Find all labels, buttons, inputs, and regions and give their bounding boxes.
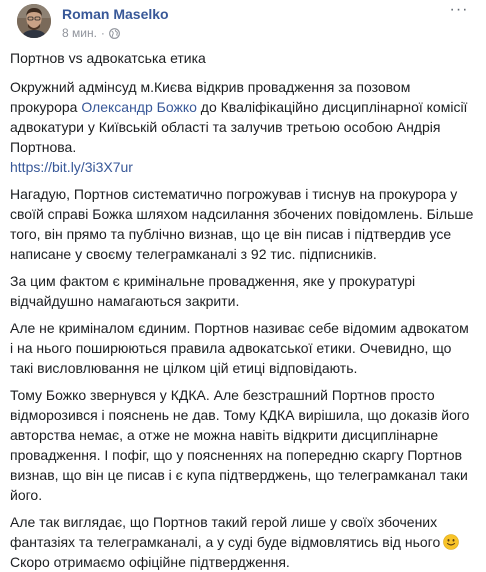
post-time[interactable]: 8 мин. — [62, 26, 97, 40]
avatar[interactable] — [17, 4, 51, 38]
paragraph-7: Скоро отримаємо офіційне підтвердження. — [10, 554, 290, 570]
mention-link[interactable]: Олександр Божко — [81, 99, 197, 115]
paragraph-3: За цим фактом є кримінальне провадження,… — [10, 273, 416, 309]
paragraph-4: Але не криміналом єдиним. Портнов назива… — [10, 320, 469, 376]
post-meta: 8 мин. · — [62, 26, 120, 40]
paragraph-1: Окружний адмінсуд м.Києва відкрив провад… — [10, 77, 474, 177]
more-options-button[interactable]: ··· — [448, 1, 470, 18]
author-name[interactable]: Roman Maselko — [62, 6, 169, 22]
paragraph-6-text: Але так виглядає, що Портнов такий герой… — [10, 514, 441, 550]
post-header: Roman Maselko 8 мин. · ··· — [12, 0, 474, 48]
post-body: Портнов vs адвокатська етика Окружний ад… — [10, 48, 474, 572]
globe-icon[interactable] — [109, 27, 120, 39]
meta-separator: · — [100, 26, 105, 40]
short-url-link[interactable]: https://bit.ly/3i3X7ur — [10, 159, 133, 175]
facebook-post: Roman Maselko 8 мин. · ··· Портнов vs ад… — [0, 0, 486, 570]
post-title: Портнов vs адвокатська етика — [10, 50, 206, 66]
paragraph-6: Але так виглядає, що Портнов такий герой… — [10, 512, 474, 572]
smiley-icon — [443, 534, 460, 550]
paragraph-2: Нагадую, Портнов систематично погрожував… — [10, 186, 474, 262]
paragraph-5: Тому Божко звернувся у КДКА. Але безстра… — [10, 387, 470, 503]
